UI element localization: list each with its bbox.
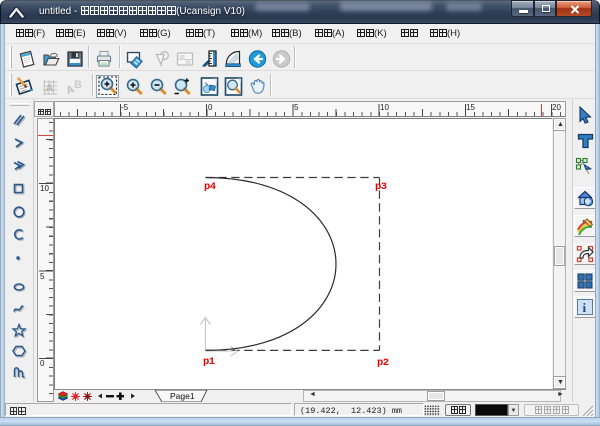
svg-text:i: i	[583, 300, 587, 315]
svg-text:A: A	[46, 83, 54, 95]
svg-text:B: B	[74, 79, 82, 91]
svg-text:Page1: Page1	[170, 391, 195, 401]
